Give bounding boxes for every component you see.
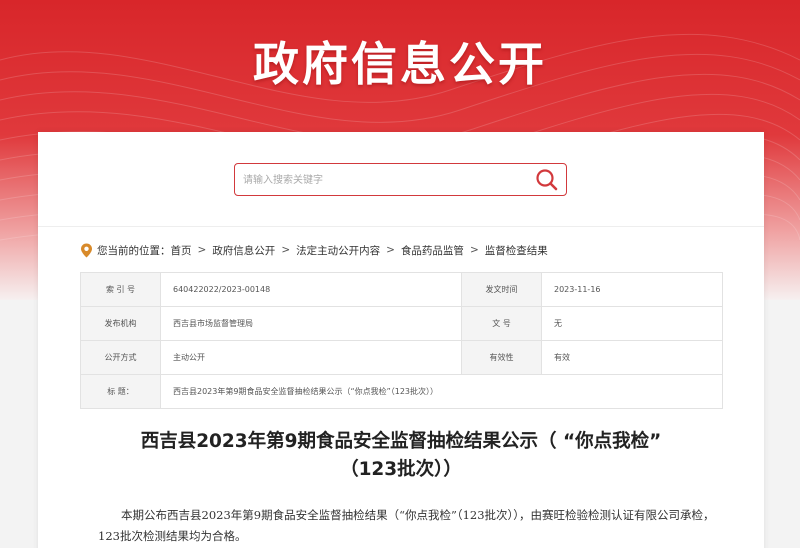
disclosure-label: 公开方式 [80,340,161,375]
search-box [234,163,567,196]
doc-number-value: 无 [541,306,723,341]
article-body: 本期公布西吉县2023年第9期食品安全监督抽检结果（“你点我检”（123批次））… [98,508,715,543]
validity-label: 有效性 [461,340,542,375]
title-value: 西吉县2023年第9期食品安全监督抽检结果公示（“你点我检”（123批次）） [160,374,723,409]
publisher-label: 发布机构 [80,306,161,341]
table-row: 索 引 号 640422022/2023-00148 发文时间 2023-11-… [80,272,723,307]
breadcrumb-separator: > [469,244,479,256]
article-title-line: 西吉县2023年第9期食品安全监督抽检结果公示（ “你点我检” [140,431,662,452]
breadcrumb-item-inspection[interactable]: 监督检查结果 [485,243,548,258]
breadcrumb-separator: > [197,244,207,256]
validity-value: 有效 [541,340,723,375]
table-row: 标 题： 西吉县2023年第9期食品安全监督抽检结果公示（“你点我检”（123批… [80,374,723,409]
breadcrumb-item-gov-info[interactable]: 政府信息公开 [212,243,275,258]
breadcrumb-item-food-drug[interactable]: 食品药品监管 [401,243,464,258]
index-value: 640422022/2023-00148 [160,272,462,307]
article-title: 西吉县2023年第9期食品安全监督抽检结果公示（ “你点我检” （123批次）） [38,428,764,484]
search-icon [536,169,558,191]
doc-number-label: 文 号 [461,306,542,341]
breadcrumb-prefix: 您当前的位置： [97,244,171,257]
table-row: 发布机构 西吉县市场监督管理局 文 号 无 [80,306,723,341]
disclosure-value: 主动公开 [160,340,462,375]
metadata-table: 索 引 号 640422022/2023-00148 发文时间 2023-11-… [80,272,723,409]
index-label: 索 引 号 [80,272,161,307]
breadcrumb-item-home[interactable]: 首页 [171,243,192,258]
breadcrumb: 您当前的位置： 首页 > 政府信息公开 > 法定主动公开内容 > 食品药品监管 … [80,242,548,258]
search-button[interactable] [534,168,560,192]
breadcrumb-separator: > [281,244,291,256]
publisher-value: 西吉县市场监督管理局 [160,306,462,341]
search-input[interactable] [243,170,523,190]
date-label: 发文时间 [461,272,542,307]
divider [38,226,764,227]
banner-title: 政府信息公开 [253,37,547,91]
content-card: 您当前的位置： 首页 > 政府信息公开 > 法定主动公开内容 > 食品药品监管 … [38,132,764,548]
article-title-line: （123批次）） [340,459,462,480]
title-label: 标 题： [80,374,161,409]
date-value: 2023-11-16 [541,272,723,307]
table-row: 公开方式 主动公开 有效性 有效 [80,340,723,375]
breadcrumb-item-statutory[interactable]: 法定主动公开内容 [296,243,380,258]
breadcrumb-separator: > [386,244,395,256]
location-pin-icon [81,243,92,257]
